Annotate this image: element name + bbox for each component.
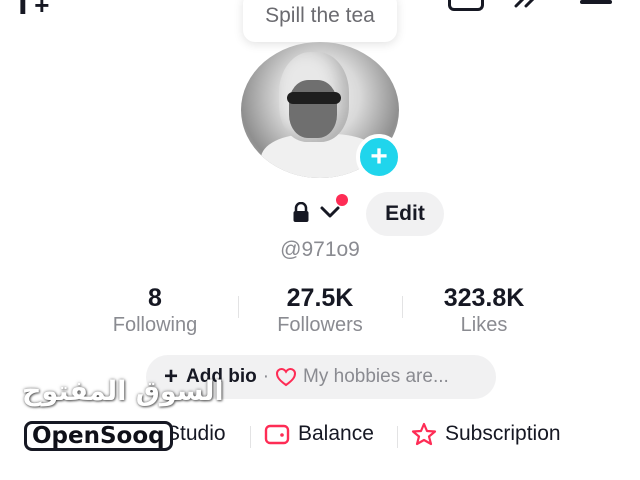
heart-icon (276, 367, 297, 387)
wallet-icon (264, 424, 290, 445)
note-bubble-text: Spill the tea (265, 4, 375, 27)
chevron-down-icon[interactable] (319, 205, 341, 219)
watermark-logo: OpenSooq (24, 421, 173, 451)
subscription-link[interactable]: Subscription (410, 422, 561, 446)
notification-dot (336, 194, 348, 206)
stat-likes[interactable]: 323.8K Likes (409, 284, 559, 338)
edit-profile-button[interactable]: Edit (366, 192, 444, 236)
stat-label: Following (112, 314, 198, 336)
stat-value: 27.5K (286, 284, 354, 312)
watermark-arabic: السوق المفتوح (22, 376, 224, 407)
inbox-icon[interactable] (448, 0, 484, 11)
stat-divider (238, 296, 239, 318)
menu-icon[interactable] (580, 0, 612, 4)
avatar-glasses (287, 92, 341, 104)
edit-profile-label: Edit (385, 202, 425, 225)
add-story-button[interactable]: + (356, 134, 402, 180)
bio-separator: · (262, 366, 270, 387)
stat-divider (402, 296, 403, 318)
stat-label: Followers (277, 314, 363, 336)
studio-link[interactable]: Studio (166, 422, 226, 446)
note-bubble[interactable]: Spill the tea (243, 0, 397, 42)
username: @971o9 (280, 238, 360, 261)
add-user-icon[interactable]: ᒥ+ (18, 0, 49, 21)
arrow-icon[interactable] (512, 0, 548, 10)
stat-followers[interactable]: 27.5K Followers (245, 284, 395, 338)
subscription-label: Subscription (445, 422, 561, 445)
balance-link[interactable]: Balance (264, 422, 374, 446)
lock-icon (293, 202, 309, 222)
balance-label: Balance (298, 422, 374, 445)
avatar-face (289, 80, 337, 138)
stat-label: Likes (460, 314, 508, 336)
bottom-divider (397, 426, 398, 448)
plus-icon: + (370, 140, 388, 173)
studio-label: Studio (166, 422, 226, 445)
star-icon (411, 422, 437, 446)
stat-value: 323.8K (443, 284, 525, 312)
stat-following[interactable]: 8 Following (80, 284, 230, 338)
bottom-divider (250, 426, 251, 448)
hobbies-placeholder[interactable]: My hobbies are... (303, 366, 449, 388)
stat-value: 8 (148, 284, 162, 312)
